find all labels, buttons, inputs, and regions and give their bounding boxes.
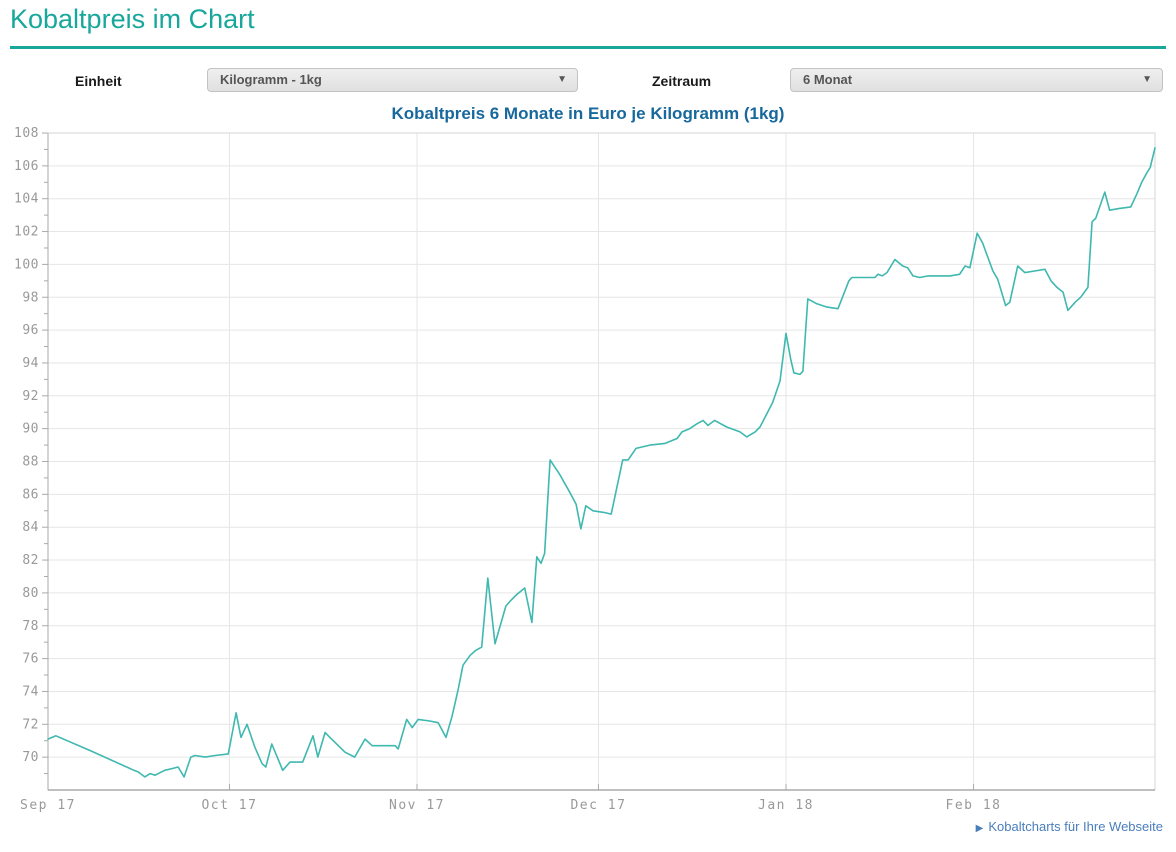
- einheit-dropdown[interactable]: Kilogramm - 1kg ▼: [207, 68, 578, 92]
- zeitraum-label: Zeitraum: [652, 70, 711, 92]
- y-tick-label: 98: [22, 290, 39, 305]
- y-tick-label: 84: [22, 520, 39, 535]
- price-line-series: [48, 148, 1155, 777]
- y-tick-label: 108: [14, 126, 39, 141]
- footer-webseite-link[interactable]: ▶ Kobaltcharts für Ihre Webseite: [976, 819, 1163, 834]
- einheit-label: Einheit: [75, 70, 122, 92]
- dropdown-arrow-icon: ▼: [557, 69, 567, 91]
- y-tick-label: 96: [22, 323, 39, 338]
- y-tick-label: 102: [14, 225, 39, 240]
- y-tick-label: 90: [22, 422, 39, 437]
- y-tick-label: 80: [22, 586, 39, 601]
- x-tick-label: Sep 17: [20, 798, 76, 813]
- y-tick-label: 92: [22, 389, 39, 404]
- y-tick-label: 100: [14, 257, 39, 272]
- link-arrow-icon: ▶: [976, 823, 984, 834]
- x-tick-label: Nov 17: [389, 798, 445, 813]
- y-tick-label: 76: [22, 652, 39, 667]
- einheit-selected-value: Kilogramm - 1kg: [220, 69, 322, 91]
- price-line-chart: 70 72 74 76 78 80 82 84 86 88 90 92 94 96 98 100 102 104 1…: [0, 125, 1176, 825]
- y-tick-label: 72: [22, 717, 39, 732]
- kobaltpreis-page: Kobaltpreis im Chart Einheit Kilogramm -…: [0, 0, 1176, 852]
- x-tick-label: Feb 18: [946, 798, 1002, 813]
- x-tick-label: Jan 18: [758, 798, 814, 813]
- y-tick-label: 88: [22, 455, 39, 470]
- x-tick-label: Oct 17: [201, 798, 257, 813]
- y-tick-label: 74: [22, 684, 39, 699]
- zeitraum-selected-value: 6 Monat: [803, 69, 852, 91]
- header-divider: [10, 46, 1166, 49]
- y-tick-label: 70: [22, 750, 39, 765]
- y-tick-label: 106: [14, 159, 39, 174]
- zeitraum-dropdown[interactable]: 6 Monat ▼: [790, 68, 1163, 92]
- y-tick-label: 86: [22, 487, 39, 502]
- y-tick-label: 94: [22, 356, 39, 371]
- page-title: Kobaltpreis im Chart: [10, 4, 255, 35]
- y-tick-label: 78: [22, 619, 39, 634]
- footer-link-label: Kobaltcharts für Ihre Webseite: [988, 819, 1163, 834]
- x-tick-label: Dec 17: [570, 798, 626, 813]
- dropdown-arrow-icon: ▼: [1142, 69, 1152, 91]
- y-tick-label: 82: [22, 553, 39, 568]
- y-tick-label: 104: [14, 192, 39, 207]
- chart-title: Kobaltpreis 6 Monate in Euro je Kilogram…: [0, 104, 1176, 124]
